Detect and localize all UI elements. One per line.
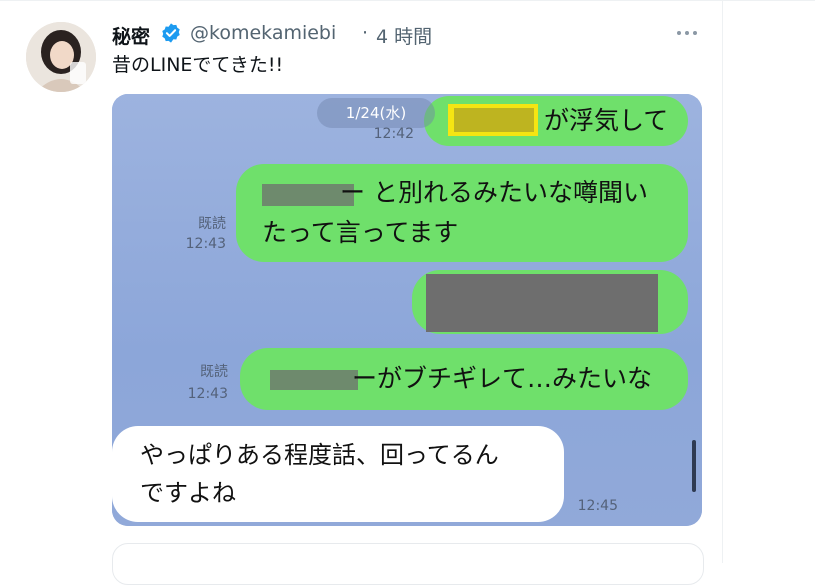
message-time: 12:45 — [577, 498, 618, 514]
verified-badge-icon — [162, 23, 180, 43]
chat-bubble-4: ーがブチギレて…みたいな — [240, 348, 688, 410]
chat-text: が浮気して — [544, 106, 669, 135]
chat-bubble-5: やっぱりある程度話、回ってるん ですよね — [112, 426, 564, 522]
more-options-icon[interactable] — [672, 22, 702, 44]
message-time: 12:43 — [187, 386, 228, 402]
chat-text-line1: やっぱりある程度話、回ってるん — [140, 441, 499, 469]
message-time: 12:43 — [185, 236, 226, 252]
chat-text: ーがブチギレて…みたいな — [352, 364, 653, 393]
timeline-border — [722, 0, 723, 563]
chat-text-line2: ですよね — [140, 479, 236, 507]
date-chip: 1/24(水) — [317, 98, 435, 128]
chat-text-line2: たって言ってます — [262, 218, 459, 247]
separator-dot: · — [362, 22, 369, 44]
redaction-block — [426, 274, 658, 332]
top-divider — [0, 0, 815, 1]
tweet-text: 昔のLINEでてきた!! — [112, 54, 284, 76]
chat-scrollbar — [692, 440, 696, 492]
read-label: 既読 — [198, 216, 226, 232]
message-time: 12:42 — [373, 126, 414, 142]
next-tweet-card[interactable] — [112, 543, 704, 585]
read-label: 既読 — [200, 364, 228, 380]
tweet-timestamp[interactable]: 4 時間 — [376, 22, 432, 49]
tweet-image[interactable]: が浮気して 1/24(水) 12:42 ー と別れるみたいな噂聞い たって言って… — [112, 94, 702, 526]
redaction-block — [270, 370, 358, 390]
author-handle[interactable]: @komekamiebi — [190, 22, 336, 44]
chat-bubble-1: が浮気して — [424, 96, 688, 146]
chat-text-line1: ー と別れるみたいな噂聞い — [340, 178, 648, 207]
avatar-photo — [26, 22, 96, 92]
redaction-block — [454, 108, 534, 132]
author-name[interactable]: 秘密 — [112, 22, 150, 49]
chat-bubble-2: ー と別れるみたいな噂聞い たって言ってます — [236, 164, 688, 262]
avatar[interactable] — [26, 22, 96, 92]
chat-bubble-3 — [412, 270, 688, 334]
